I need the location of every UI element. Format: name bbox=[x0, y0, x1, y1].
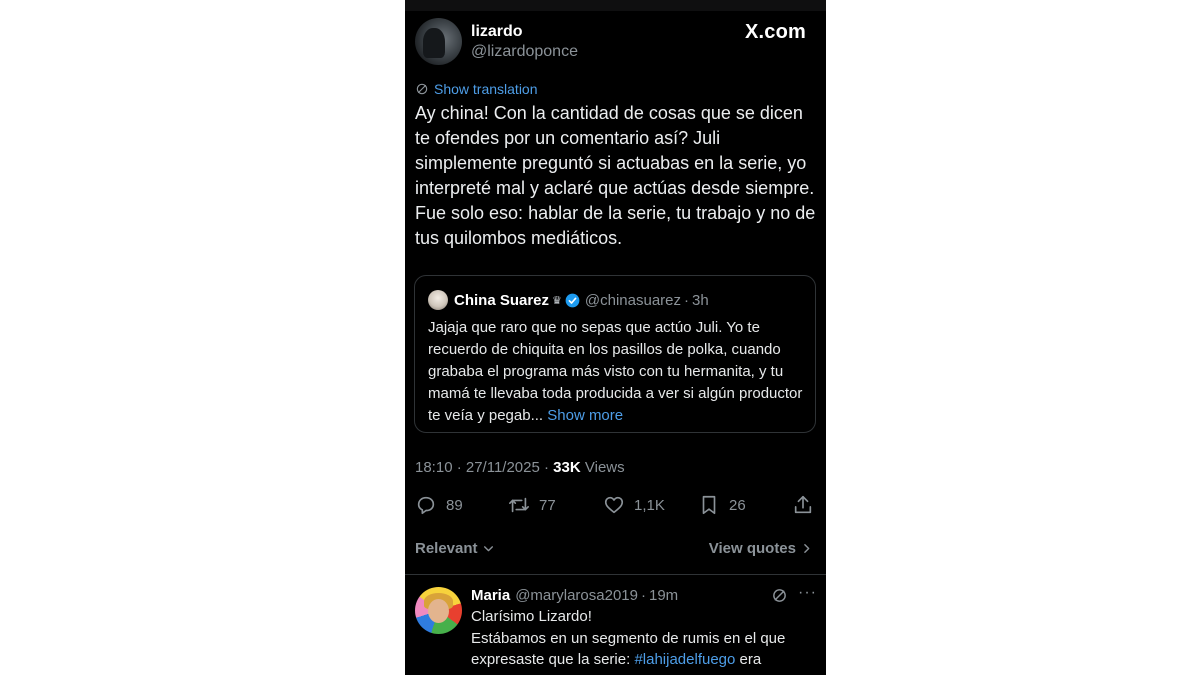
repost-icon bbox=[509, 497, 529, 513]
chevron-right-icon bbox=[804, 544, 810, 553]
reply-button[interactable]: 89 bbox=[415, 492, 463, 518]
reply-author-name[interactable]: Maria bbox=[471, 587, 510, 604]
repost-count: 77 bbox=[539, 496, 556, 514]
status-bar bbox=[405, 0, 826, 11]
reply-text: Clarísimo Lizardo! Estábamos en un segme… bbox=[471, 606, 816, 671]
quoted-author-handle: @chinasuarez bbox=[584, 291, 682, 309]
reply-author-handle[interactable]: @marylarosa2019 bbox=[515, 587, 638, 604]
reply-count: 89 bbox=[446, 496, 463, 514]
author-handle[interactable]: @lizardoponce bbox=[471, 43, 578, 61]
separator-dot: · bbox=[684, 291, 690, 309]
action-bar: 89 77 1,1K 26 bbox=[405, 492, 826, 518]
share-button[interactable] bbox=[792, 492, 814, 518]
show-more-link[interactable]: Show more bbox=[547, 407, 623, 424]
like-button[interactable]: 1,1K bbox=[603, 492, 665, 518]
view-quotes-label: View quotes bbox=[708, 540, 796, 557]
like-icon bbox=[604, 496, 624, 514]
sort-replies-dropdown[interactable]: Relevant bbox=[415, 540, 495, 557]
tweet-text: Ay china! Con la cantidad de cosas que s… bbox=[415, 103, 816, 248]
bookmark-icon bbox=[702, 495, 716, 515]
verified-badge-icon bbox=[565, 293, 580, 307]
tweet-timestamp: 18:10 · 27/11/2025 · bbox=[415, 459, 549, 476]
reply-time: 19m bbox=[648, 586, 679, 604]
author-name[interactable]: lizardo bbox=[471, 23, 523, 41]
share-icon bbox=[794, 495, 812, 514]
reply-header: Maria @marylarosa2019 · 19m bbox=[471, 585, 678, 605]
quoted-tweet-text: Jajaja que raro que no sepas que actúo J… bbox=[428, 317, 808, 427]
brand-watermark: X.com bbox=[744, 21, 806, 43]
sort-replies-label: Relevant bbox=[415, 540, 478, 557]
reply-line-2: Estábamos en un segmento de rumis en el … bbox=[471, 628, 816, 671]
reply-author-avatar[interactable] bbox=[415, 587, 462, 634]
show-translation-label: Show translation bbox=[434, 81, 538, 97]
crown-icon: ♛ bbox=[552, 294, 562, 307]
hashtag-link[interactable]: #lahijadelfuego bbox=[634, 651, 735, 668]
quoted-tweet-header: China Suarez ♛ @chinasuarez · 3h bbox=[428, 290, 709, 310]
chevron-down-icon bbox=[483, 546, 493, 552]
bookmark-button[interactable]: 26 bbox=[698, 492, 746, 518]
views-label: Views bbox=[584, 459, 625, 476]
tweet-screen: lizardo @lizardoponce X.com Show transla… bbox=[405, 0, 826, 675]
views-count: 33K bbox=[553, 459, 581, 476]
translate-icon[interactable] bbox=[771, 587, 788, 604]
quoted-tweet[interactable]: China Suarez ♛ @chinasuarez · 3h Jajaja … bbox=[414, 275, 816, 433]
quoted-tweet-time: 3h bbox=[692, 291, 709, 309]
quoted-author-name: China Suarez bbox=[454, 291, 550, 309]
bookmark-count: 26 bbox=[729, 496, 746, 514]
show-translation-button[interactable]: Show translation bbox=[415, 80, 538, 98]
repost-button[interactable]: 77 bbox=[508, 492, 556, 518]
reply-body-tail: era bbox=[735, 651, 762, 668]
view-quotes-link[interactable]: View quotes bbox=[709, 540, 813, 557]
author-avatar[interactable] bbox=[415, 18, 462, 65]
divider bbox=[405, 574, 826, 575]
more-icon[interactable]: ··· bbox=[798, 584, 817, 602]
quoted-author-avatar bbox=[428, 290, 448, 310]
tweet-meta: 18:10 · 27/11/2025 · 33K Views bbox=[415, 459, 625, 476]
translate-icon bbox=[416, 83, 428, 95]
separator-dot: · bbox=[640, 586, 646, 604]
reply-icon bbox=[417, 496, 435, 515]
reply-line-1: Clarísimo Lizardo! bbox=[471, 608, 592, 625]
like-count: 1,1K bbox=[634, 496, 665, 514]
